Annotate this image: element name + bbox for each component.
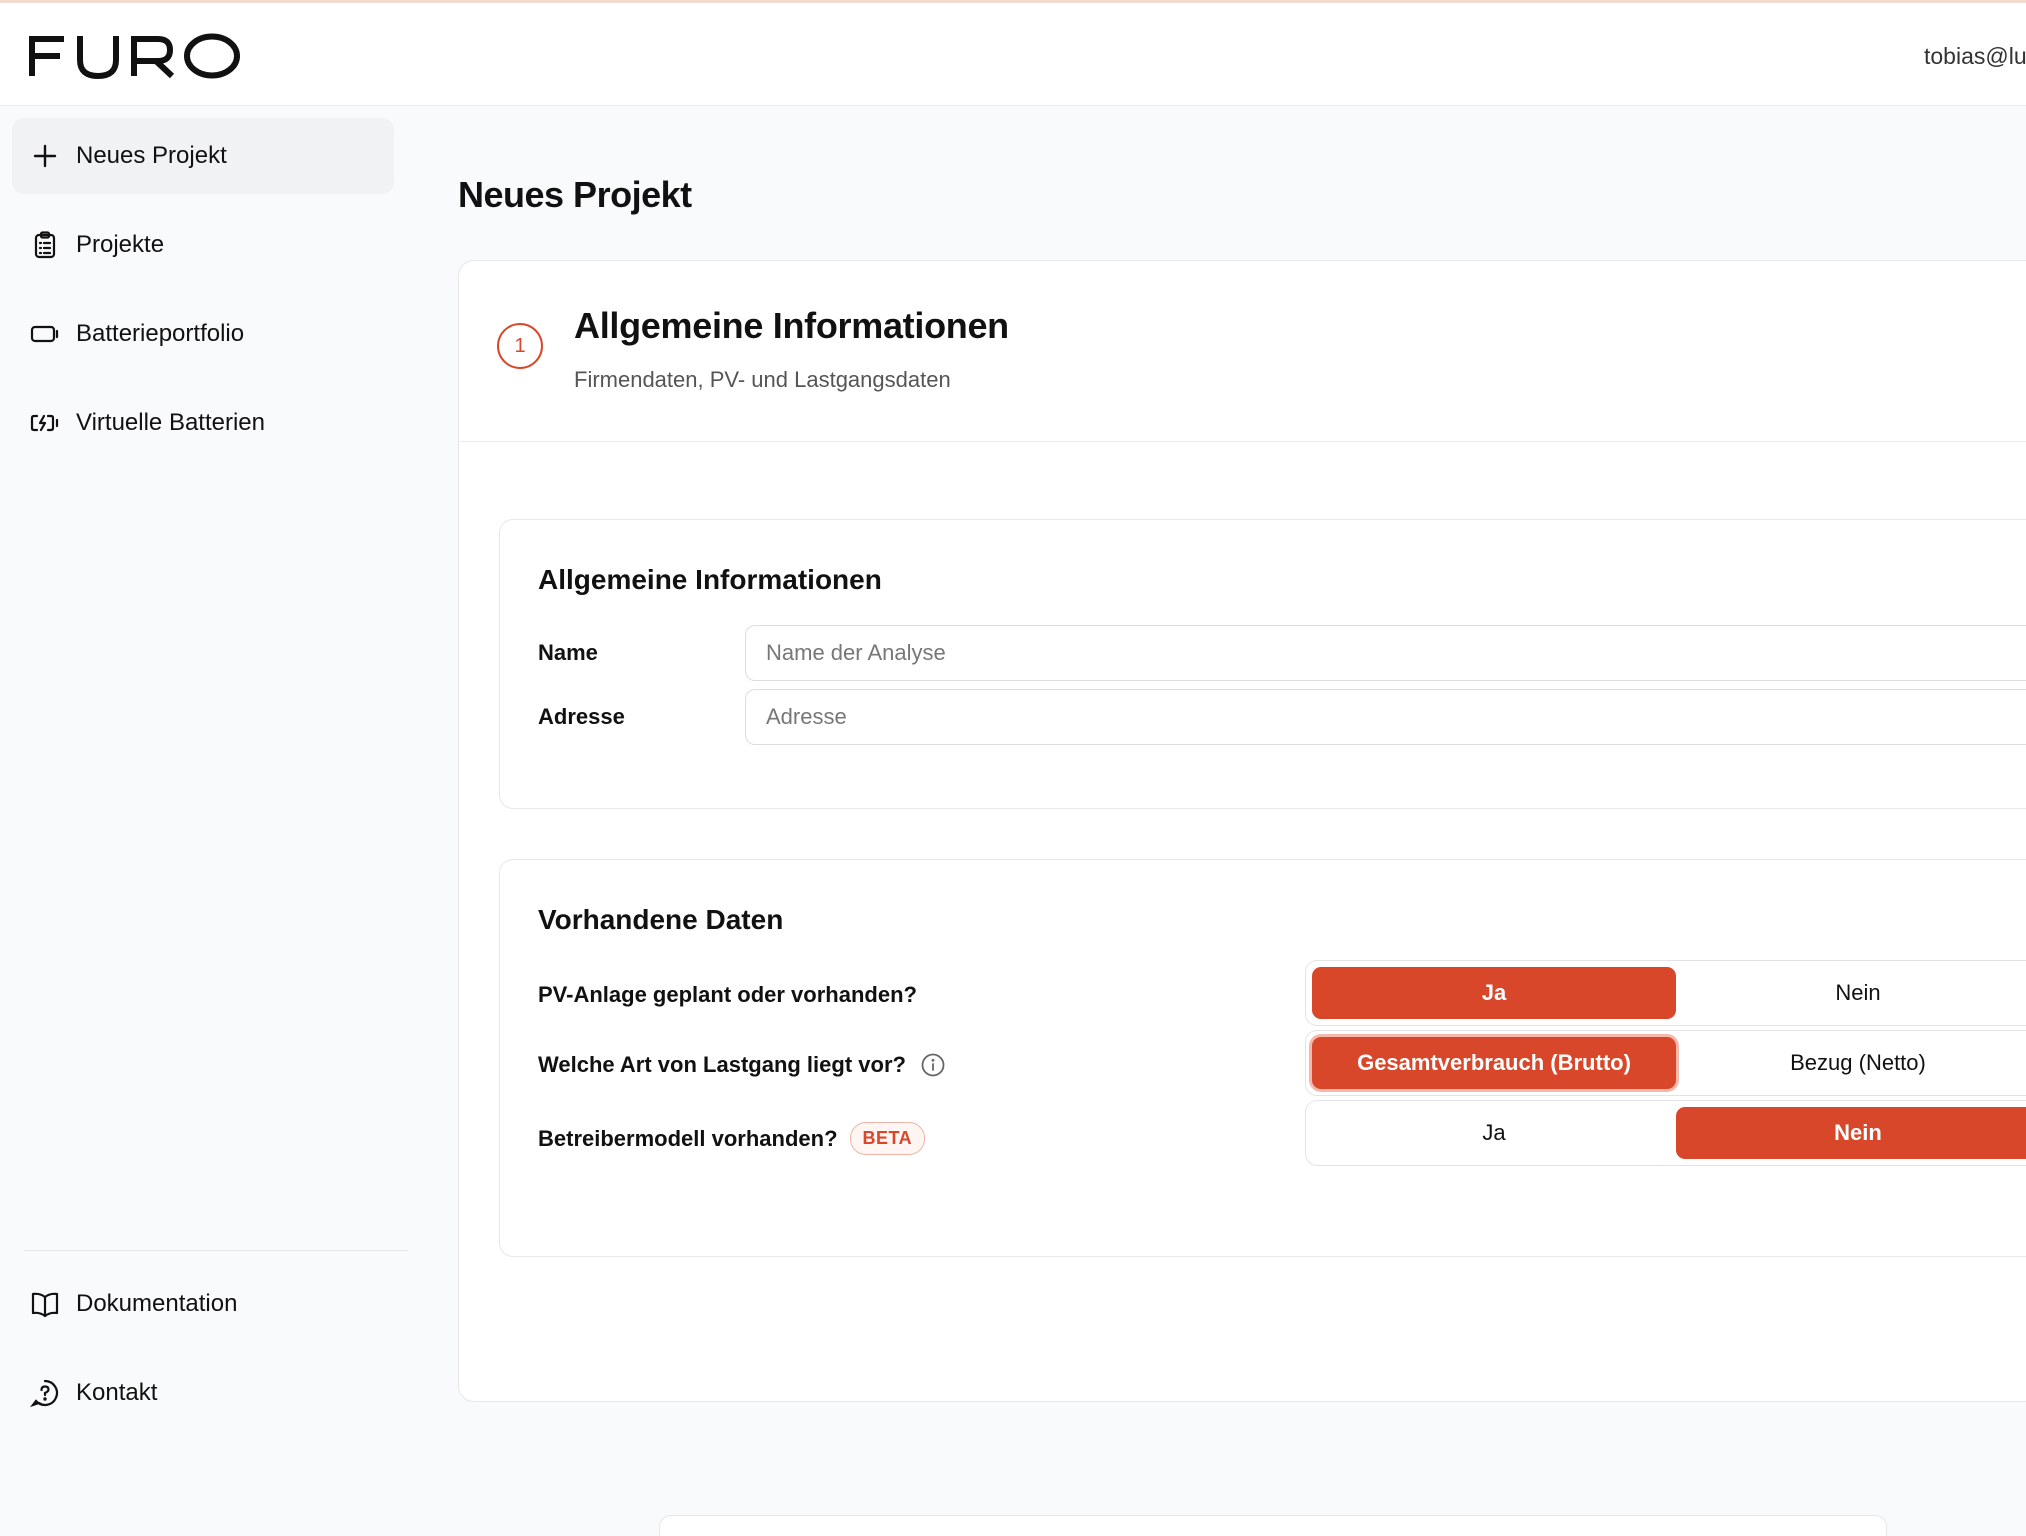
pv-toggle: Ja Nein (1305, 960, 2026, 1026)
betreiber-option-nein[interactable]: Nein (1676, 1107, 2026, 1159)
sidebar-item-neues-projekt[interactable]: Neues Projekt (12, 118, 394, 194)
lastgang-question-label: Welche Art von Lastgang liegt vor? (538, 1052, 946, 1078)
sidebar-item-projekte[interactable]: Projekte (12, 207, 394, 283)
sidebar-item-label: Virtuelle Batterien (76, 409, 265, 436)
battery-charging-icon (30, 408, 60, 438)
sidebar-item-label: Neues Projekt (76, 142, 227, 169)
sidebar-item-dokumentation[interactable]: Dokumentation (12, 1266, 394, 1342)
plus-icon (30, 141, 60, 171)
sidebar-item-virtuelle-batterien[interactable]: Virtuelle Batterien (12, 385, 394, 461)
book-icon (30, 1289, 60, 1319)
sidebar-item-label: Projekte (76, 231, 165, 258)
step-number-badge: 1 (497, 323, 543, 369)
step-subtitle: Firmendaten, PV- und Lastgangsdaten (574, 367, 951, 392)
section-title: Allgemeine Informationen (538, 564, 882, 595)
name-input[interactable] (745, 625, 2026, 681)
clipboard-icon (30, 230, 60, 260)
betreiber-option-ja[interactable]: Ja (1312, 1107, 1676, 1159)
beta-badge: BETA (849, 1122, 926, 1155)
step-title: Allgemeine Informationen (574, 305, 1009, 346)
sidebar-item-kontakt[interactable]: Kontakt (12, 1355, 394, 1431)
furo-logo[interactable] (28, 33, 242, 79)
existing-data-section: Vorhandene Daten PV-Anlage geplant oder … (499, 859, 2026, 1257)
help-circle-icon (30, 1378, 60, 1408)
battery-icon (30, 319, 60, 349)
pv-option-ja[interactable]: Ja (1312, 967, 1676, 1019)
question-text: Betreibermodell vorhanden? (538, 1125, 838, 1151)
address-label: Adresse (538, 704, 625, 729)
info-icon[interactable] (920, 1052, 946, 1078)
sidebar-divider (24, 1250, 408, 1251)
address-input[interactable] (745, 689, 2026, 745)
main-content: Neues Projekt 1 Allgemeine Informationen… (458, 106, 2026, 1536)
question-text: Welche Art von Lastgang liegt vor? (538, 1052, 906, 1077)
sidebar-item-batterieportfolio[interactable]: Batterieportfolio (12, 296, 394, 372)
pv-question-label: PV-Anlage geplant oder vorhanden? (538, 982, 917, 1008)
betreiber-question-label: Betreibermodell vorhanden? BETA (538, 1122, 926, 1155)
sidebar: Neues Projekt Projekte Batterieportfolio (0, 106, 458, 1408)
name-label: Name (538, 640, 598, 665)
section-title: Vorhandene Daten (538, 904, 784, 935)
question-text: PV-Anlage geplant oder vorhanden? (538, 982, 917, 1007)
pv-option-nein[interactable]: Nein (1676, 967, 2026, 1019)
betreiber-toggle: Ja Nein (1305, 1100, 2026, 1166)
page-title: Neues Projekt (458, 174, 692, 215)
sidebar-item-label: Dokumentation (76, 1290, 238, 1317)
sidebar-item-label: Kontakt (76, 1379, 158, 1406)
lastgang-option-brutto[interactable]: Gesamtverbrauch (Brutto) (1312, 1037, 1676, 1089)
top-header: tobias@lu (0, 3, 2026, 106)
user-email[interactable]: tobias@lu (1924, 43, 2026, 70)
next-card-edge (659, 1515, 1887, 1536)
step-card: 1 Allgemeine Informationen Firmendaten, … (458, 260, 2026, 1536)
sidebar-item-label: Batterieportfolio (76, 320, 245, 347)
lastgang-toggle: Gesamtverbrauch (Brutto) Bezug (Netto) (1305, 1030, 2026, 1096)
step-header: 1 Allgemeine Informationen Firmendaten, … (459, 261, 2026, 442)
lastgang-option-netto[interactable]: Bezug (Netto) (1676, 1037, 2026, 1089)
general-info-section: Allgemeine Informationen Name Adresse (499, 519, 2026, 809)
